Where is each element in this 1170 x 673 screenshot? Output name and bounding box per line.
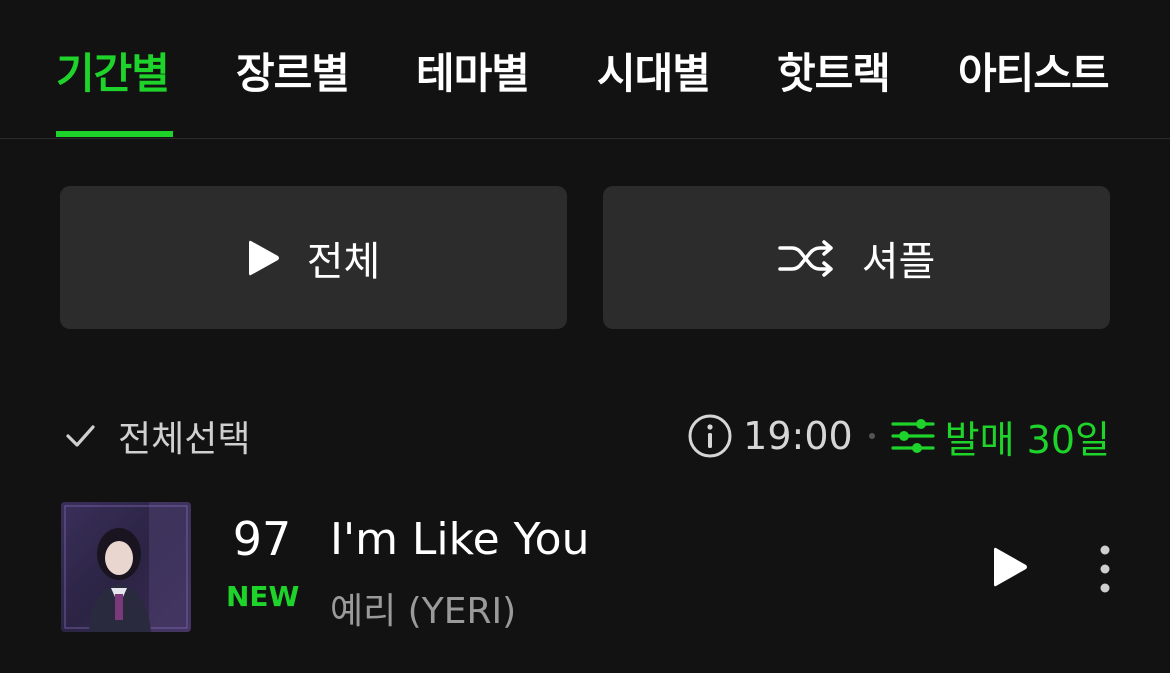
- rank-number: 97: [232, 512, 292, 566]
- checkmark-icon: [66, 425, 95, 447]
- tab-theme[interactable]: 테마별: [416, 40, 530, 138]
- play-icon: [248, 240, 279, 275]
- shuffle-button[interactable]: 셔플: [603, 186, 1110, 329]
- category-tabs: 기간별 장르별 테마별 시대별 핫트랙 아티스트: [0, 0, 1170, 139]
- play-all-button[interactable]: 전체: [60, 186, 567, 329]
- select-all-toggle[interactable]: 전체선택: [60, 410, 250, 462]
- tab-hot-track[interactable]: 핫트랙: [777, 40, 891, 138]
- tab-era[interactable]: 시대별: [597, 40, 711, 138]
- more-vertical-icon[interactable]: [1092, 544, 1118, 594]
- select-all-label: 전체선택: [118, 419, 251, 460]
- play-song-icon[interactable]: [990, 544, 1030, 590]
- filter-sliders-icon[interactable]: [891, 416, 935, 456]
- separator-dot: [868, 433, 875, 439]
- album-art[interactable]: [61, 502, 191, 632]
- tab-period[interactable]: 기간별: [56, 40, 170, 138]
- song-row[interactable]: 97 NEW I'm Like You 예리 (YERI): [0, 500, 1170, 640]
- active-tab-indicator: [56, 131, 173, 137]
- tab-artist[interactable]: 아티스트: [958, 40, 1110, 138]
- shuffle-icon: [777, 239, 833, 277]
- new-badge: NEW: [226, 580, 300, 613]
- release-filter-label[interactable]: 발매 30일: [945, 409, 1110, 464]
- tab-genre[interactable]: 장르별: [236, 40, 350, 138]
- chart-meta: 19:00 발매 30일: [687, 410, 1110, 462]
- info-icon[interactable]: [687, 413, 733, 459]
- shuffle-label: 셔플: [861, 238, 936, 285]
- song-title[interactable]: I'm Like You: [330, 514, 589, 565]
- chart-screen: 기간별 장르별 테마별 시대별 핫트랙 아티스트 전체 셔플 전체선택 19:0…: [0, 0, 1170, 673]
- chart-update-time: 19:00: [743, 414, 853, 458]
- song-artist[interactable]: 예리 (YERI): [330, 582, 516, 634]
- album-cover-image: [61, 502, 191, 632]
- play-all-label: 전체: [306, 238, 381, 285]
- list-controls: 전체선택 19:00 발매 30일: [60, 410, 1110, 466]
